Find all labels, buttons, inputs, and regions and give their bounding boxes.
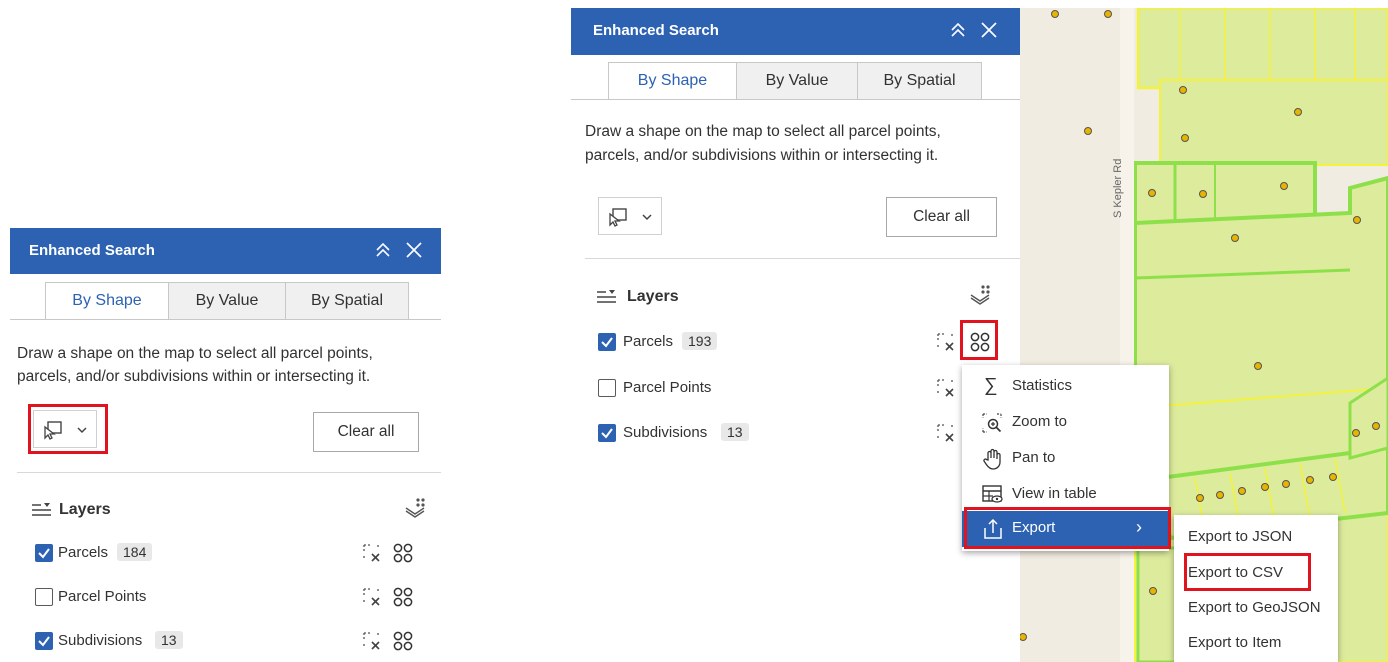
checkbox-parcel-points[interactable] — [598, 379, 616, 397]
checkbox-subdivisions[interactable] — [35, 632, 53, 650]
layer-row-subdivisions: Subdivisions 13 — [10, 627, 441, 655]
left-enhanced-search-panel: Enhanced Search By Shape By Value By Spa… — [10, 228, 441, 662]
zoom-to-icon — [982, 413, 1002, 433]
layer-count-badge: 13 — [155, 631, 183, 649]
layer-count-badge: 13 — [721, 423, 749, 441]
checkbox-parcels[interactable] — [35, 544, 53, 562]
layer-count-badge: 184 — [117, 543, 153, 561]
clear-selection-icon[interactable] — [935, 377, 957, 399]
tab-by-shape[interactable]: By Shape — [45, 282, 169, 320]
highlight-box — [28, 404, 108, 454]
clear-selection-icon[interactable] — [361, 586, 383, 608]
check-icon — [601, 428, 613, 439]
panel-header: Enhanced Search — [571, 8, 1020, 55]
tab-by-value[interactable]: By Value — [736, 62, 858, 100]
panel-header: Enhanced Search — [10, 228, 441, 274]
checkbox-parcels[interactable] — [598, 333, 616, 351]
checkbox-subdivisions[interactable] — [598, 424, 616, 442]
clear-all-button[interactable]: Clear all — [886, 197, 997, 237]
description-line-1: Draw a shape on the map to select all pa… — [585, 123, 941, 140]
export-to-item[interactable]: Export to Item — [1174, 625, 1338, 661]
layer-row-parcel-points: Parcel Points — [571, 374, 1020, 402]
chevron-down-icon — [642, 214, 652, 221]
layer-actions-icon[interactable] — [392, 542, 414, 564]
description-line-1: Draw a shape on the map to select all pa… — [17, 345, 373, 362]
highlight-box — [1184, 553, 1311, 591]
street-label: S Kepler Rd — [1112, 158, 1124, 218]
tab-by-spatial[interactable]: By Spatial — [857, 62, 982, 100]
layers-list-icon — [32, 503, 51, 516]
layer-label: Parcels — [623, 333, 674, 350]
tab-by-spatial[interactable]: By Spatial — [285, 282, 409, 320]
layer-actions-icon[interactable] — [392, 630, 414, 652]
layer-row-parcel-points: Parcel Points — [10, 583, 441, 611]
layer-row-parcels: Parcels 184 — [10, 539, 441, 567]
divider — [17, 472, 441, 473]
export-to-json[interactable]: Export to JSON — [1174, 519, 1338, 555]
menu-item-statistics[interactable]: ∑ Statistics — [962, 369, 1169, 405]
layer-label: Parcel Points — [58, 588, 147, 605]
checkbox-parcel-points[interactable] — [35, 588, 53, 606]
clear-all-button[interactable]: Clear all — [313, 412, 419, 452]
description-line-2: parcels, and/or subdivisions within or i… — [585, 147, 939, 164]
description-line-2: parcels, and/or subdivisions within or i… — [17, 368, 371, 385]
layer-actions-icon[interactable] — [392, 586, 414, 608]
tab-bar: By Shape By Value By Spatial — [10, 282, 441, 322]
right-enhanced-search-panel: Enhanced Search By Shape By Value By Spa… — [571, 8, 1020, 662]
layers-options-icon[interactable] — [968, 283, 994, 307]
layer-label: Parcel Points — [623, 379, 712, 396]
close-icon[interactable] — [403, 239, 425, 261]
export-to-geojson[interactable]: Export to GeoJSON — [1174, 590, 1338, 626]
menu-item-zoom-to[interactable]: Zoom to — [962, 405, 1169, 441]
table-icon — [982, 485, 1003, 503]
panel-title: Enhanced Search — [593, 22, 719, 39]
check-icon — [38, 636, 50, 647]
close-icon[interactable] — [978, 19, 1000, 41]
layers-options-icon[interactable] — [403, 496, 429, 520]
hand-icon — [983, 448, 1001, 470]
check-icon — [38, 548, 50, 559]
layer-label: Subdivisions — [58, 632, 143, 649]
layer-label: Parcels — [58, 544, 109, 561]
layers-title: Layers — [627, 288, 679, 305]
collapse-icon[interactable] — [372, 239, 394, 261]
panel-title: Enhanced Search — [29, 242, 155, 259]
divider — [585, 258, 1020, 259]
collapse-icon[interactable] — [947, 19, 969, 41]
layer-count-badge: 193 — [682, 332, 718, 350]
clear-selection-icon[interactable] — [935, 331, 957, 353]
clear-selection-icon[interactable] — [935, 422, 957, 444]
draw-shape-dropdown[interactable] — [598, 197, 662, 235]
menu-item-pan-to[interactable]: Pan to — [962, 441, 1169, 477]
highlight-box — [964, 507, 1171, 549]
clear-selection-icon[interactable] — [361, 542, 383, 564]
clear-selection-icon[interactable] — [361, 630, 383, 652]
sigma-icon: ∑ — [984, 375, 998, 396]
layers-title: Layers — [59, 501, 111, 518]
tab-by-shape[interactable]: By Shape — [608, 62, 737, 100]
layer-label: Subdivisions — [623, 424, 708, 441]
layers-list-icon — [597, 290, 616, 303]
select-cursor-icon — [609, 208, 627, 227]
highlight-box — [960, 320, 998, 360]
layer-row-subdivisions: Subdivisions 13 — [571, 419, 1020, 447]
layer-row-parcels: Parcels 193 — [571, 328, 1020, 356]
tab-by-value[interactable]: By Value — [168, 282, 286, 320]
tab-bar: By Shape By Value By Spatial — [571, 62, 1020, 102]
check-icon — [601, 337, 613, 348]
